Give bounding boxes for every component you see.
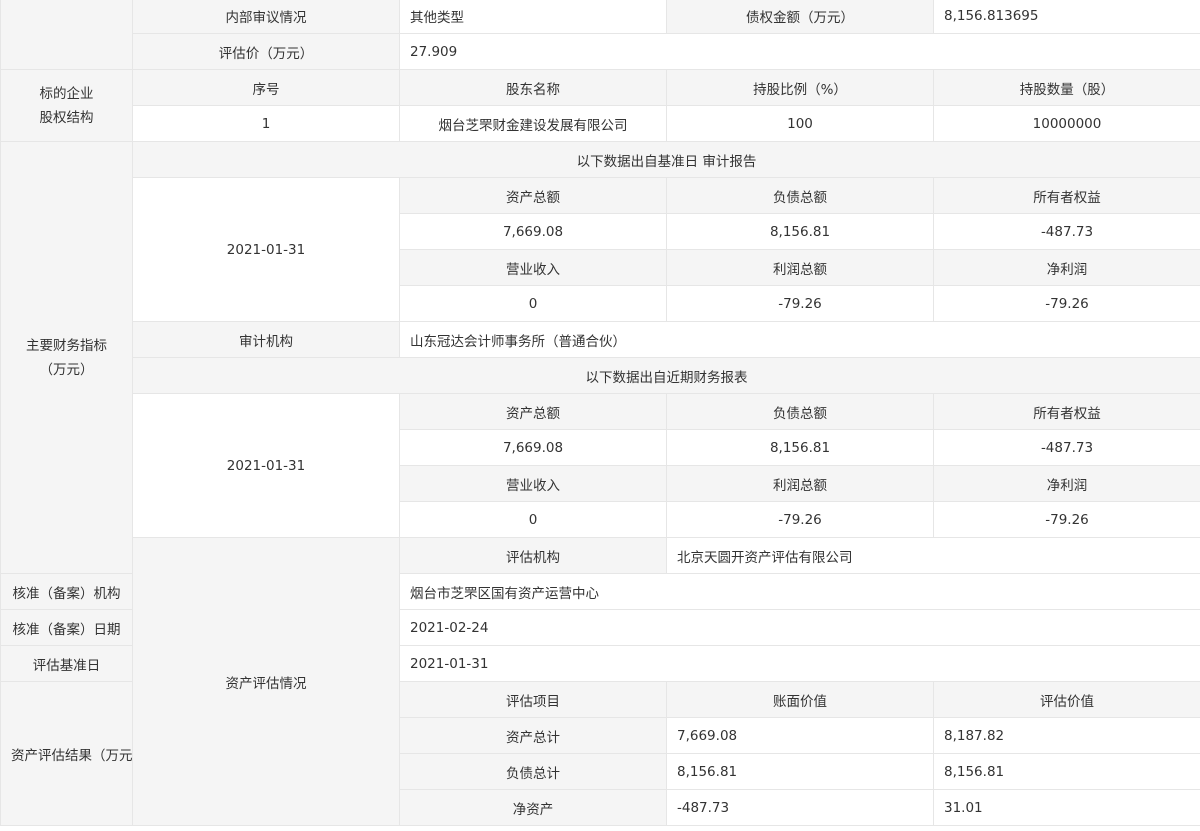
- table-row: 以下数据出自近期财务报表: [1, 357, 1200, 394]
- table-cell: 8,156.81: [666, 429, 934, 466]
- field-label: 核准（备案）机构: [0, 573, 133, 610]
- row-label: 负债总计: [399, 753, 667, 790]
- table-cell: -79.26: [933, 285, 1200, 322]
- table-cell: 7,669.08: [399, 213, 667, 250]
- field-label: 审计机构: [132, 321, 400, 358]
- table-cell: 0: [399, 285, 667, 322]
- table-row: 主要财务指标 （万元） 以下数据出自基准日 审计报告: [0, 141, 1200, 574]
- column-header: 所有者权益: [933, 393, 1200, 430]
- subsection-title: 以下数据出自基准日 审计报告: [132, 141, 1200, 178]
- table-cell: 8,156.81: [933, 753, 1200, 790]
- column-header: 净利润: [933, 465, 1200, 502]
- field-label: 评估机构: [399, 537, 667, 574]
- column-header: 负债总额: [666, 177, 934, 214]
- field-value: 北京天圆开资产评估有限公司: [666, 537, 1200, 574]
- table-row: 2021-01-31 资产总额 负债总额 所有者权益: [1, 177, 1200, 322]
- table-row: 标的企业股权结构 序号 股东名称 持股比例（%） 持股数量（股）: [0, 69, 1200, 142]
- column-header: 负债总额: [666, 393, 934, 430]
- table-cell: 8,156.81: [666, 753, 934, 790]
- section-label: 资产评估情况: [132, 537, 400, 826]
- section-label: 主要财务指标 （万元）: [0, 141, 133, 574]
- field-label: 资产评估结果（万元）: [0, 681, 133, 826]
- column-header: 账面价值: [666, 681, 934, 718]
- column-header: 评估项目: [399, 681, 667, 718]
- table-cell: 10000000: [933, 105, 1200, 142]
- section-label-line: （万元）: [39, 361, 94, 378]
- table-cell: 7,669.08: [399, 429, 667, 466]
- table-row: 资产评估情况 评估机构 北京天圆开资产评估有限公司: [1, 537, 1200, 826]
- column-header: 序号: [132, 69, 400, 106]
- field-value: 2021-01-31: [399, 645, 1200, 682]
- section-label: 标的企业 股权结构: [0, 69, 133, 142]
- section-label-cell: [0, 0, 133, 70]
- table-cell: -79.26: [666, 501, 934, 538]
- field-label: 评估价（万元）: [132, 33, 400, 70]
- asset-info-table: 内部审议情况 其他类型 债权金额（万元） 8,156.813695 评估价（万元…: [0, 0, 1200, 826]
- column-header: 持股数量（股）: [933, 69, 1200, 106]
- section-label-line: 标的企业: [39, 85, 94, 102]
- column-header: 营业收入: [399, 249, 667, 286]
- column-header: 利润总额: [666, 465, 934, 502]
- field-value: 山东冠达会计师事务所（普通合伙）: [399, 321, 1200, 358]
- field-label: 核准（备案）日期: [0, 609, 133, 646]
- subsection-title: 以下数据出自近期财务报表: [132, 357, 1200, 394]
- table-cell: 烟台芝罘财金建设发展有限公司: [399, 105, 667, 142]
- column-header: 评估价值: [933, 681, 1200, 718]
- table-cell: -487.73: [666, 789, 934, 826]
- report-date: 2021-01-31: [132, 177, 400, 322]
- table-cell: -487.73: [933, 429, 1200, 466]
- field-label: 评估基准日: [0, 645, 133, 682]
- column-header: 净利润: [933, 249, 1200, 286]
- table-cell: -487.73: [933, 213, 1200, 250]
- field-value: 烟台市芝罘区国有资产运营中心: [399, 573, 1200, 610]
- field-value: 8,156.813695: [933, 0, 1200, 34]
- table-row: 审计机构 山东冠达会计师事务所（普通合伙）: [1, 321, 1200, 358]
- field-value: 2021-02-24: [399, 609, 1200, 646]
- row-label: 净资产: [399, 789, 667, 826]
- column-header: 股东名称: [399, 69, 667, 106]
- column-header: 持股比例（%）: [666, 69, 934, 106]
- table-row: 评估价（万元） 27.909: [1, 33, 1200, 70]
- column-header: 营业收入: [399, 465, 667, 502]
- field-value: 其他类型: [399, 0, 667, 34]
- row-label: 资产总计: [399, 717, 667, 754]
- column-header: 资产总额: [399, 393, 667, 430]
- field-label: 债权金额（万元）: [666, 0, 934, 34]
- table-cell: 7,669.08: [666, 717, 934, 754]
- column-header: 所有者权益: [933, 177, 1200, 214]
- column-header: 资产总额: [399, 177, 667, 214]
- table-cell: 8,187.82: [933, 717, 1200, 754]
- field-value: 27.909: [399, 33, 1200, 70]
- section-label-line: 股权结构: [39, 109, 94, 126]
- table-row: 内部审议情况 其他类型 债权金额（万元） 8,156.813695: [0, 0, 1200, 70]
- table-cell: -79.26: [933, 501, 1200, 538]
- column-header: 利润总额: [666, 249, 934, 286]
- section-label-line: 主要财务指标: [26, 337, 107, 354]
- table-row: 1 烟台芝罘财金建设发展有限公司 100 10000000: [1, 105, 1200, 142]
- table-cell: 31.01: [933, 789, 1200, 826]
- table-cell: 1: [132, 105, 400, 142]
- table-cell: 8,156.81: [666, 213, 934, 250]
- report-date: 2021-01-31: [132, 393, 400, 538]
- table-row: 2021-01-31 资产总额 负债总额 所有者权益: [1, 393, 1200, 538]
- table-cell: 0: [399, 501, 667, 538]
- field-label: 内部审议情况: [132, 0, 400, 34]
- table-cell: 100: [666, 105, 934, 142]
- table-cell: -79.26: [666, 285, 934, 322]
